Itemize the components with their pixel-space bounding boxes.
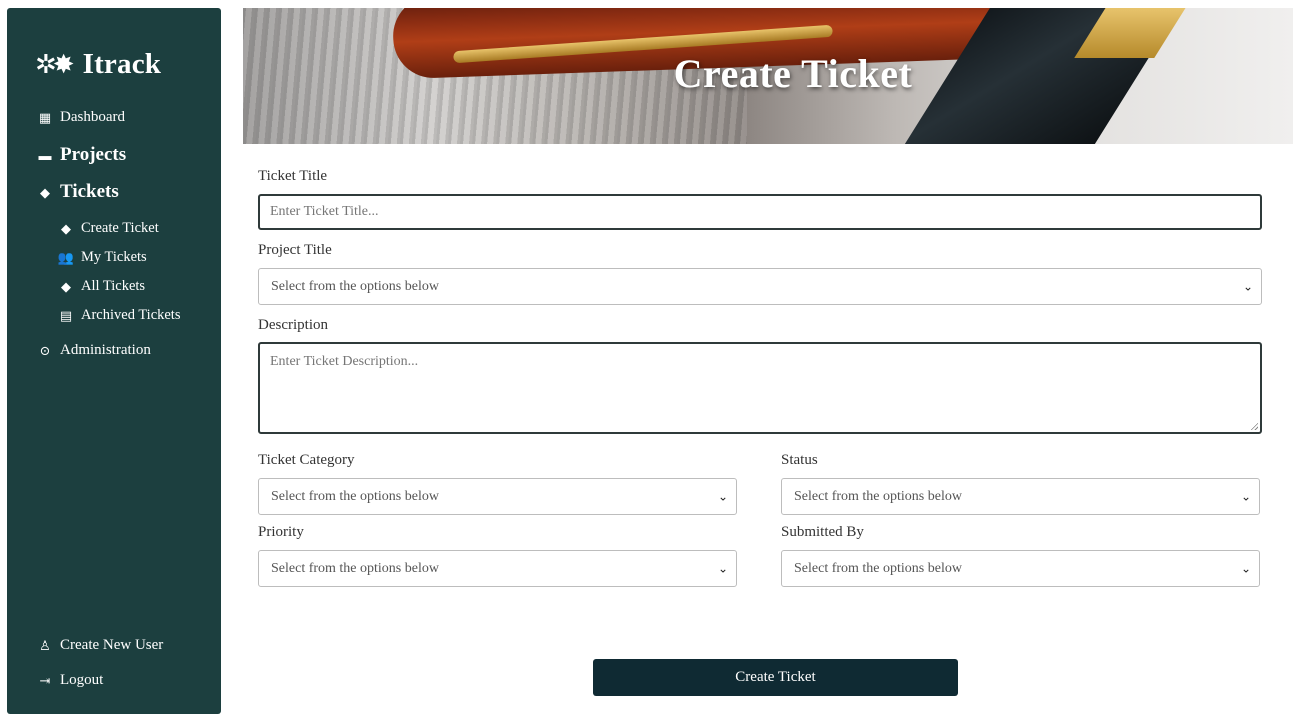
project-title-value: Select from the options below bbox=[271, 278, 439, 294]
sidebar-item-archived-tickets[interactable]: ▤ Archived Tickets bbox=[57, 307, 181, 324]
ticket-title-input[interactable]: Enter Ticket Title... bbox=[258, 194, 1262, 230]
chevron-down-icon: ⌄ bbox=[1240, 489, 1251, 503]
ticket-category-select[interactable]: Select from the options below ⌄ bbox=[258, 478, 737, 515]
ticket-category-label: Ticket Category bbox=[258, 452, 355, 468]
users-icon: 👥 bbox=[57, 250, 75, 265]
sidebar-item-all-tickets[interactable]: ◆ All Tickets bbox=[57, 278, 145, 295]
sidebar-item-administration[interactable]: ⊙ Administration bbox=[36, 342, 151, 359]
chevron-down-icon: ⌄ bbox=[1242, 279, 1253, 293]
user-icon: ♙ bbox=[39, 638, 51, 653]
sidebar-item-label: Tickets bbox=[60, 181, 119, 202]
submitted-by-value: Select from the options below bbox=[794, 560, 962, 576]
create-ticket-button[interactable]: Create Ticket bbox=[593, 659, 958, 696]
description-label: Description bbox=[258, 317, 328, 333]
sidebar-item-dashboard[interactable]: ▦ Dashboard bbox=[36, 109, 125, 126]
status-select[interactable]: Select from the options below ⌄ bbox=[781, 478, 1260, 515]
resize-grip-icon[interactable] bbox=[1250, 422, 1258, 430]
sidebar-item-label: Logout bbox=[60, 672, 104, 688]
ticket-title-label: Ticket Title bbox=[258, 168, 328, 184]
sidebar-item-my-tickets[interactable]: 👥 My Tickets bbox=[57, 249, 147, 266]
priority-select[interactable]: Select from the options below ⌄ bbox=[258, 550, 737, 587]
tags-icon: ◆ bbox=[40, 184, 50, 200]
administration-icon: ⊙ bbox=[39, 343, 51, 358]
sidebar-item-label: My Tickets bbox=[81, 249, 147, 265]
chevron-down-icon: ⌄ bbox=[717, 561, 728, 575]
chevron-down-icon: ⌄ bbox=[1240, 561, 1251, 575]
sidebar-item-logout[interactable]: ⇥ Logout bbox=[36, 672, 104, 689]
description-textarea[interactable]: Enter Ticket Description... bbox=[258, 342, 1262, 434]
archive-icon: ▤ bbox=[59, 308, 73, 323]
sidebar: ✲✸ Itrack ▦ Dashboard ▬ Projects ◆ Ticke… bbox=[7, 8, 221, 714]
sidebar-item-create-ticket[interactable]: ◆ Create Ticket bbox=[57, 220, 159, 237]
header-banner: Create Ticket bbox=[243, 8, 1293, 144]
brand[interactable]: ✲✸ Itrack bbox=[35, 48, 161, 81]
sidebar-item-label: All Tickets bbox=[81, 278, 146, 294]
status-label: Status bbox=[781, 452, 818, 468]
description-placeholder: Enter Ticket Description... bbox=[270, 354, 419, 369]
tag-icon: ◆ bbox=[61, 221, 71, 236]
brand-name: Itrack bbox=[82, 48, 162, 80]
chevron-down-icon: ⌄ bbox=[717, 489, 728, 503]
project-title-select[interactable]: Select from the options below ⌄ bbox=[258, 268, 1262, 305]
tag-icon: ◆ bbox=[61, 279, 71, 294]
submitted-by-select[interactable]: Select from the options below ⌄ bbox=[781, 550, 1260, 587]
ticket-category-value: Select from the options below bbox=[271, 488, 439, 504]
dashboard-icon: ▦ bbox=[38, 110, 52, 125]
priority-label: Priority bbox=[258, 524, 304, 540]
sidebar-item-projects[interactable]: ▬ Projects bbox=[36, 144, 127, 166]
sidebar-item-label: Create Ticket bbox=[81, 220, 159, 236]
sidebar-item-tickets[interactable]: ◆ Tickets bbox=[36, 181, 119, 203]
sidebar-item-label: Administration bbox=[60, 342, 151, 358]
logout-icon: ⇥ bbox=[39, 673, 51, 688]
project-title-label: Project Title bbox=[258, 242, 332, 258]
sidebar-item-label: Create New User bbox=[60, 637, 164, 653]
brand-logo-icon: ✲✸ bbox=[35, 49, 75, 79]
submitted-by-label: Submitted By bbox=[781, 524, 864, 540]
status-value: Select from the options below bbox=[794, 488, 962, 504]
page-title: Create Ticket bbox=[673, 51, 913, 96]
sidebar-item-label: Archived Tickets bbox=[81, 307, 181, 323]
priority-value: Select from the options below bbox=[271, 560, 439, 576]
ticket-title-placeholder: Enter Ticket Title... bbox=[270, 204, 379, 219]
sidebar-item-create-new-user[interactable]: ♙ Create New User bbox=[36, 637, 163, 654]
sidebar-item-label: Projects bbox=[60, 144, 127, 165]
folder-icon: ▬ bbox=[38, 147, 52, 163]
sidebar-item-label: Dashboard bbox=[60, 109, 125, 125]
